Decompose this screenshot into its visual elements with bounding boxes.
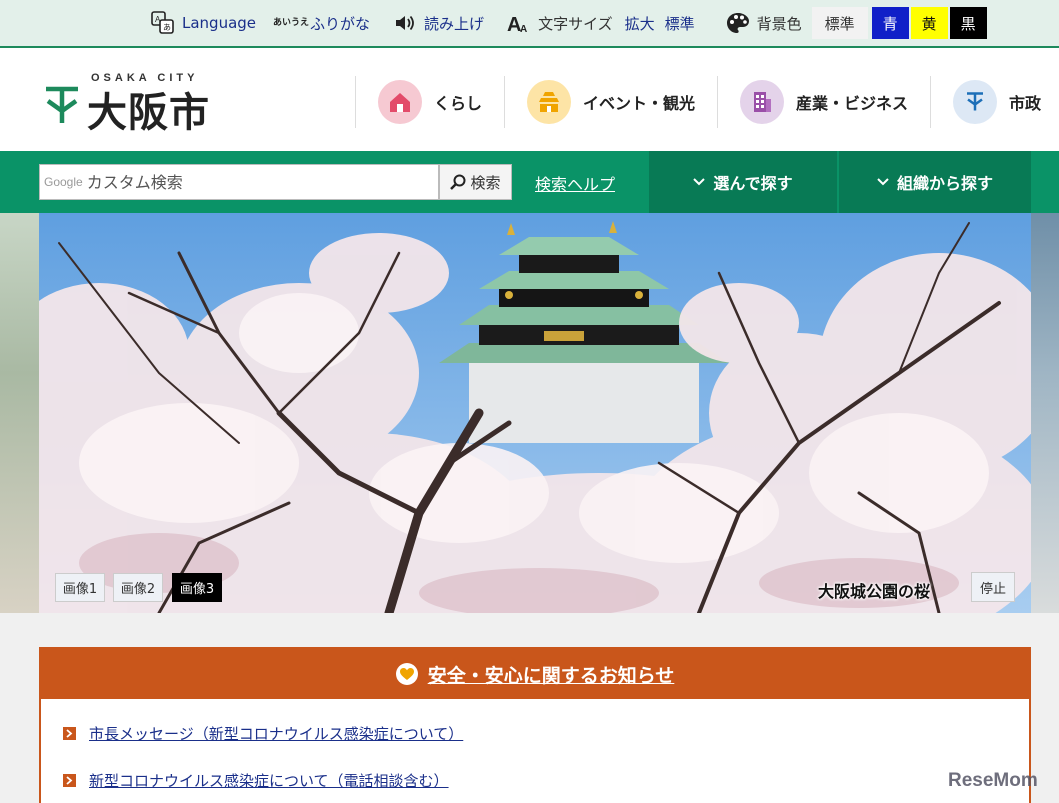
language-label: Language bbox=[182, 14, 257, 32]
text-size-standard-link[interactable]: 標準 bbox=[665, 13, 695, 34]
city-emblem-icon bbox=[43, 86, 81, 130]
category-label: 市政 bbox=[1009, 94, 1042, 113]
building-icon bbox=[740, 80, 785, 124]
castle-icon bbox=[527, 80, 572, 124]
house-icon bbox=[378, 80, 422, 124]
speaker-icon bbox=[392, 10, 418, 36]
cherry-blossom-castle-image bbox=[39, 213, 1031, 613]
heart-icon bbox=[395, 663, 418, 685]
category-business[interactable]: 産業・ビジネス bbox=[717, 76, 930, 128]
hero-side-left bbox=[0, 213, 39, 613]
search-button-label: 検索 bbox=[470, 173, 501, 192]
watermark-logo: ReseMom bbox=[948, 770, 1038, 791]
org-menu-button[interactable]: 組織から探す bbox=[839, 151, 1031, 213]
notice-title-link[interactable]: 安全・安心に関するお知らせ bbox=[428, 661, 675, 688]
furigana-icon: あいうえ bbox=[273, 18, 310, 28]
search-box: Google bbox=[39, 164, 439, 200]
bg-black-button[interactable]: 黒 bbox=[949, 7, 987, 39]
search-input[interactable] bbox=[86, 167, 427, 197]
category-nav: くらし イベント・観光 産業・ビジネス 市政 bbox=[355, 76, 1059, 128]
category-label: くらし bbox=[434, 94, 483, 113]
bg-standard-button[interactable]: 標準 bbox=[811, 7, 868, 39]
hero-caption: 大阪城公園の桜 bbox=[818, 582, 931, 601]
notice-header: 安全・安心に関するお知らせ bbox=[41, 649, 1029, 699]
notice-link-covid-info[interactable]: 新型コロナウイルス感染症について（電話相談含む） bbox=[89, 770, 449, 791]
notice-link-mayor-message[interactable]: 市長メッセージ（新型コロナウイルス感染症について） bbox=[89, 723, 463, 744]
text-size-enlarge-link[interactable]: 拡大 bbox=[625, 13, 655, 34]
site-header: OSAKA CITY 大阪市 くらし イベント・観光 産業・ビジネス 市政 bbox=[0, 50, 1059, 150]
utility-bar: Aあ Language あいうえ ふりがな 読み上げ AA 文字サイズ 拡大 標… bbox=[0, 0, 1059, 48]
slide-2-button[interactable]: 画像2 bbox=[113, 573, 163, 602]
search-nav-bar: Google 検索 検索ヘルプ 選んで探す 組織から探す bbox=[0, 151, 1059, 213]
city-emblem-icon bbox=[953, 80, 998, 124]
svg-text:A: A bbox=[520, 24, 527, 34]
category-label: 産業・ビジネス bbox=[796, 94, 909, 113]
language-link[interactable]: Aあ Language bbox=[150, 10, 256, 36]
category-events-tourism[interactable]: イベント・観光 bbox=[504, 76, 717, 128]
slide-1-button[interactable]: 画像1 bbox=[55, 573, 105, 602]
chevron-down-icon bbox=[877, 174, 889, 190]
text-size-label: 文字サイズ bbox=[538, 14, 613, 33]
read-aloud-label: 読み上げ bbox=[424, 14, 485, 33]
bg-blue-button[interactable]: 青 bbox=[871, 7, 909, 39]
hero-image bbox=[39, 213, 1031, 613]
bg-yellow-button[interactable]: 黄 bbox=[910, 7, 948, 39]
category-kurashi[interactable]: くらし bbox=[355, 76, 504, 128]
category-city-admin[interactable]: 市政 bbox=[930, 76, 1059, 128]
google-label: Google bbox=[44, 175, 83, 189]
org-menu-label: 組織から探す bbox=[896, 174, 993, 193]
hero-side-right bbox=[1031, 213, 1059, 613]
palette-icon bbox=[725, 10, 751, 36]
browse-menu-label: 選んで探す bbox=[713, 174, 793, 193]
bg-color-label: 背景色 bbox=[756, 14, 802, 33]
browse-menu-button[interactable]: 選んで探す bbox=[649, 151, 837, 213]
list-item: 市長メッセージ（新型コロナウイルス感染症について） bbox=[63, 723, 1029, 744]
slide-3-button[interactable]: 画像3 bbox=[172, 573, 222, 602]
read-aloud-link[interactable]: 読み上げ bbox=[392, 10, 484, 36]
chevron-down-icon bbox=[693, 174, 706, 190]
font-size-icon: AA bbox=[506, 10, 532, 36]
furigana-label: ふりがな bbox=[310, 14, 371, 33]
bg-color-group: 背景色 標準 青 黄 黒 bbox=[725, 7, 987, 39]
chevron-right-icon bbox=[63, 774, 76, 787]
list-item: 新型コロナウイルス感染症について（電話相談含む） bbox=[63, 770, 1029, 791]
logo-name: 大阪市 bbox=[87, 90, 210, 136]
svg-text:A: A bbox=[155, 15, 161, 24]
search-help-link[interactable]: 検索ヘルプ bbox=[535, 171, 615, 195]
svg-text:あ: あ bbox=[163, 23, 171, 32]
safety-notice-panel: 安全・安心に関するお知らせ 市長メッセージ（新型コロナウイルス感染症について） … bbox=[39, 647, 1031, 803]
text-size-group: AA 文字サイズ 拡大 標準 bbox=[506, 10, 705, 36]
slideshow-stop-button[interactable]: 停止 bbox=[971, 572, 1015, 602]
search-icon bbox=[450, 174, 466, 190]
notice-list: 市長メッセージ（新型コロナウイルス感染症について） 新型コロナウイルス感染症につ… bbox=[41, 699, 1029, 791]
furigana-link[interactable]: あいうえ ふりがな bbox=[273, 10, 371, 36]
search-button[interactable]: 検索 bbox=[439, 164, 512, 200]
translate-icon: Aあ bbox=[150, 10, 176, 36]
category-label: イベント・観光 bbox=[583, 94, 696, 113]
chevron-right-icon bbox=[63, 727, 76, 740]
